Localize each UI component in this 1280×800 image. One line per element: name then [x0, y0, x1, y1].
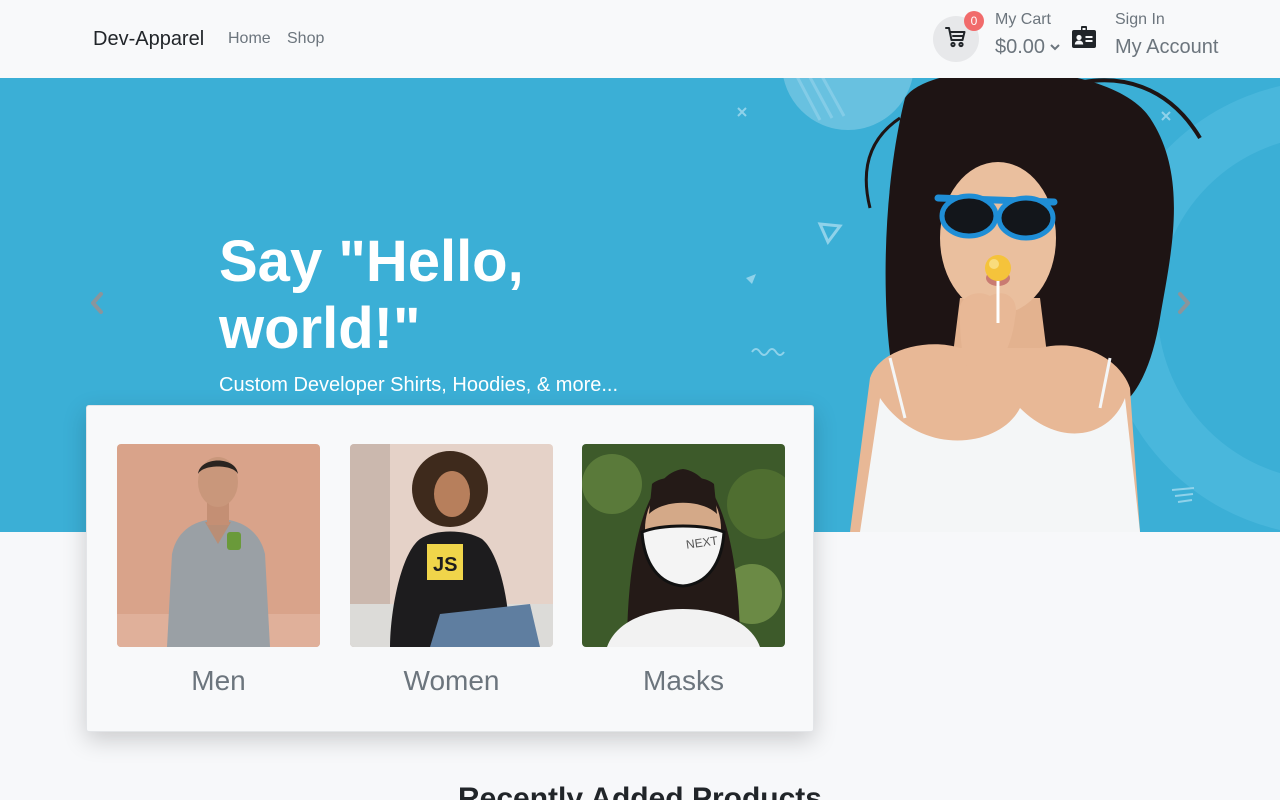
- cart-total-value: $0.00: [995, 36, 1046, 58]
- hero-title: Say "Hello, world!": [219, 229, 524, 361]
- nav-home[interactable]: Home: [228, 30, 271, 48]
- nav-shop[interactable]: Shop: [287, 30, 324, 48]
- category-women-label: Women: [403, 665, 500, 696]
- category-women[interactable]: JS Women: [350, 444, 553, 697]
- hero-subtitle: Custom Developer Shirts, Hoodies, & more…: [219, 374, 619, 396]
- chevron-down-icon: [1049, 36, 1061, 59]
- svg-text:JS: JS: [433, 554, 457, 576]
- cart-total-dropdown[interactable]: $0.00: [995, 36, 1061, 59]
- cart-count-badge: 0: [964, 11, 984, 31]
- my-account-link[interactable]: My Account: [1115, 36, 1218, 59]
- category-men-image: [117, 444, 320, 647]
- account-card-icon[interactable]: [1071, 25, 1097, 54]
- navbar: Dev-Apparel Home Shop 0 My Cart $0.00 Si…: [0, 0, 1280, 78]
- chevron-left-icon: [89, 291, 105, 319]
- cart-label: My Cart: [995, 11, 1051, 28]
- category-masks[interactable]: NEXT Masks: [582, 444, 785, 697]
- cart-icon: [944, 25, 968, 54]
- category-women-image: JS: [350, 444, 553, 647]
- category-men-label: Men: [191, 665, 246, 696]
- category-card: Men JS Women NEXT Masks: [86, 405, 814, 732]
- category-masks-label: Masks: [643, 665, 724, 696]
- recent-products-heading: Recently Added Products: [458, 782, 822, 800]
- carousel-next-button[interactable]: [1171, 290, 1197, 320]
- brand-logo[interactable]: Dev-Apparel: [93, 28, 204, 51]
- carousel-prev-button[interactable]: [84, 290, 110, 320]
- chevron-right-icon: [1176, 291, 1192, 319]
- category-masks-image: NEXT: [582, 444, 785, 647]
- category-men[interactable]: Men: [117, 444, 320, 697]
- signin-link[interactable]: Sign In: [1115, 11, 1165, 29]
